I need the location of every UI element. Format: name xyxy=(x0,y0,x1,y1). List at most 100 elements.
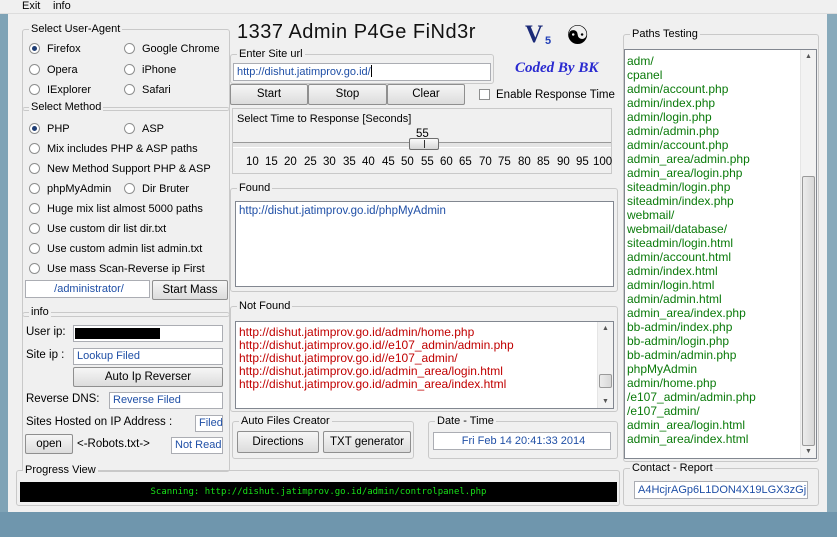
coded-by: Coded By BK xyxy=(515,60,599,76)
path-item[interactable]: admin/login.html xyxy=(627,278,756,292)
path-item[interactable]: bb-admin/admin.php xyxy=(627,348,756,362)
not-found-item[interactable]: http://dishut.jatimprov.go.id/admin_area… xyxy=(239,378,514,391)
radio-phpmyadmin[interactable]: phpMyAdmin xyxy=(29,183,111,195)
contact-field[interactable]: A4HcjrAGp6L1DON4X19LGX3zGjU xyxy=(634,481,808,499)
progress-text: Scanning: http://dishut.jatimprov.go.id/… xyxy=(150,487,487,497)
radio-php[interactable]: PHP xyxy=(29,123,70,135)
paths-scrollbar[interactable]: ▲ ▼ xyxy=(800,50,816,458)
mass-path-input[interactable]: /administrator/ xyxy=(25,280,150,298)
radio-custom-dir[interactable]: Use custom dir list dir.txt xyxy=(29,223,166,235)
path-item[interactable]: admin/admin.php xyxy=(627,124,756,138)
radio-mix[interactable]: Mix includes PHP & ASP paths xyxy=(29,143,198,155)
not-found-list[interactable]: http://dishut.jatimprov.go.id/admin/home… xyxy=(235,321,614,409)
contact-title: Contact - Report xyxy=(630,462,715,474)
path-item[interactable]: webmail/database/ xyxy=(627,222,756,236)
radio-iexplorer[interactable]: IExplorer xyxy=(29,84,91,96)
desktop-edge xyxy=(827,14,837,512)
radio-icon xyxy=(124,123,135,134)
tick-label: 80 xyxy=(518,156,531,168)
tick-label: 100 xyxy=(593,156,613,168)
radio-chrome[interactable]: Google Chrome xyxy=(124,43,220,55)
not-found-scrollbar[interactable]: ▲ ▼ xyxy=(597,322,613,408)
radio-safari[interactable]: Safari xyxy=(124,84,171,96)
path-item[interactable]: siteadmin/login.html xyxy=(627,236,756,250)
found-item[interactable]: http://dishut.jatimprov.go.id/phpMyAdmin xyxy=(239,205,446,217)
scroll-thumb[interactable] xyxy=(802,176,815,446)
menu-info[interactable]: info xyxy=(53,0,71,12)
path-item[interactable]: admin_area/login.php xyxy=(627,166,756,180)
path-item[interactable]: admin/login.php xyxy=(627,110,756,124)
paths-list[interactable]: adm/ cpanel admin/account.php admin/inde… xyxy=(624,49,817,459)
directions-button[interactable]: Directions xyxy=(237,431,319,453)
auto-ip-reverser-button[interactable]: Auto Ip Reverser xyxy=(73,367,223,387)
radio-mass-scan[interactable]: Use mass Scan-Reverse ip First xyxy=(29,263,205,275)
scroll-thumb[interactable] xyxy=(599,374,612,388)
path-item[interactable]: bb-admin/login.php xyxy=(627,334,756,348)
radio-dir-bruter[interactable]: Dir Bruter xyxy=(124,183,189,195)
open-button[interactable]: open xyxy=(25,434,73,454)
radio-custom-admin[interactable]: Use custom admin list admin.txt xyxy=(29,243,202,255)
path-item[interactable]: /e107_admin/admin.php xyxy=(627,390,756,404)
tick-label: 90 xyxy=(557,156,570,168)
txt-generator-button[interactable]: TXT generator xyxy=(323,431,411,453)
path-item[interactable]: admin/index.html xyxy=(627,264,756,278)
robots-field[interactable]: Not Read xyxy=(171,437,223,454)
path-item[interactable]: admin/index.php xyxy=(627,96,756,110)
scroll-down-icon[interactable]: ▼ xyxy=(602,398,609,405)
path-item[interactable]: admin_area/index.html xyxy=(627,432,756,446)
reverse-dns-field[interactable]: Reverse Filed xyxy=(109,392,223,409)
progress-console: Scanning: http://dishut.jatimprov.go.id/… xyxy=(20,482,617,502)
scroll-up-icon[interactable]: ▲ xyxy=(805,53,812,60)
path-item[interactable]: /e107_admin/ xyxy=(627,404,756,418)
response-time-slider-thumb[interactable] xyxy=(409,138,439,150)
scroll-up-icon[interactable]: ▲ xyxy=(602,325,609,332)
user-ip-field[interactable] xyxy=(73,325,223,342)
radio-iphone[interactable]: iPhone xyxy=(124,64,176,76)
path-item[interactable]: admin/account.php xyxy=(627,82,756,96)
tick-label: 45 xyxy=(382,156,395,168)
radio-new-method[interactable]: New Method Support PHP & ASP xyxy=(29,163,211,175)
scroll-down-icon[interactable]: ▼ xyxy=(805,448,812,455)
path-item[interactable]: admin/home.php xyxy=(627,376,756,390)
menu-exit[interactable]: Exit xyxy=(22,0,40,12)
path-item[interactable]: admin_area/admin.php xyxy=(627,152,756,166)
sites-hosted-field[interactable]: Filed xyxy=(195,415,223,432)
path-item[interactable]: cpanel xyxy=(627,68,756,82)
site-url-input[interactable]: http://dishut.jatimprov.go.id/ xyxy=(233,63,491,81)
radio-asp[interactable]: ASP xyxy=(124,123,164,135)
stop-button[interactable]: Stop xyxy=(308,84,387,105)
start-button[interactable]: Start xyxy=(230,84,308,105)
tick-label: 95 xyxy=(576,156,589,168)
site-ip-field[interactable]: Lookup Filed xyxy=(73,348,223,365)
radio-opera[interactable]: Opera xyxy=(29,64,78,76)
path-item[interactable]: webmail/ xyxy=(627,208,756,222)
paths-group: Paths Testing adm/ cpanel admin/account.… xyxy=(623,28,819,462)
datetime-group: Date - Time Fri Feb 14 20:41:33 2014 xyxy=(428,415,618,459)
tick-label: 50 xyxy=(401,156,414,168)
path-item[interactable]: admin/account.php xyxy=(627,138,756,152)
enable-response-time-checkbox[interactable]: Enable Response Time xyxy=(479,89,615,101)
path-item[interactable]: phpMyAdmin xyxy=(627,362,756,376)
datetime-title: Date - Time xyxy=(435,415,496,427)
found-list[interactable]: http://dishut.jatimprov.go.id/phpMyAdmin xyxy=(235,201,614,287)
text-cursor xyxy=(370,65,372,77)
path-item[interactable]: admin/account.html xyxy=(627,250,756,264)
tick-label: 70 xyxy=(479,156,492,168)
path-item[interactable]: admin/admin.html xyxy=(627,292,756,306)
path-item[interactable]: admin_area/login.html xyxy=(627,418,756,432)
tick-label: 35 xyxy=(343,156,356,168)
clear-button[interactable]: Clear xyxy=(387,84,465,105)
found-title: Found xyxy=(237,182,273,194)
path-item[interactable]: bb-admin/index.php xyxy=(627,320,756,334)
path-item[interactable]: admin_area/index.php xyxy=(627,306,756,320)
path-item[interactable]: siteadmin/index.php xyxy=(627,194,756,208)
progress-title: Progress View xyxy=(23,464,98,476)
start-mass-button[interactable]: Start Mass xyxy=(152,280,228,300)
version-v: V xyxy=(525,21,544,48)
radio-firefox[interactable]: Firefox xyxy=(29,43,81,55)
site-ip-label: Site ip : xyxy=(26,349,65,361)
radio-huge-mix[interactable]: Huge mix list almost 5000 paths xyxy=(29,203,203,215)
radio-icon xyxy=(29,183,40,194)
path-item[interactable]: siteadmin/login.php xyxy=(627,180,756,194)
path-item[interactable]: adm/ xyxy=(627,54,756,68)
